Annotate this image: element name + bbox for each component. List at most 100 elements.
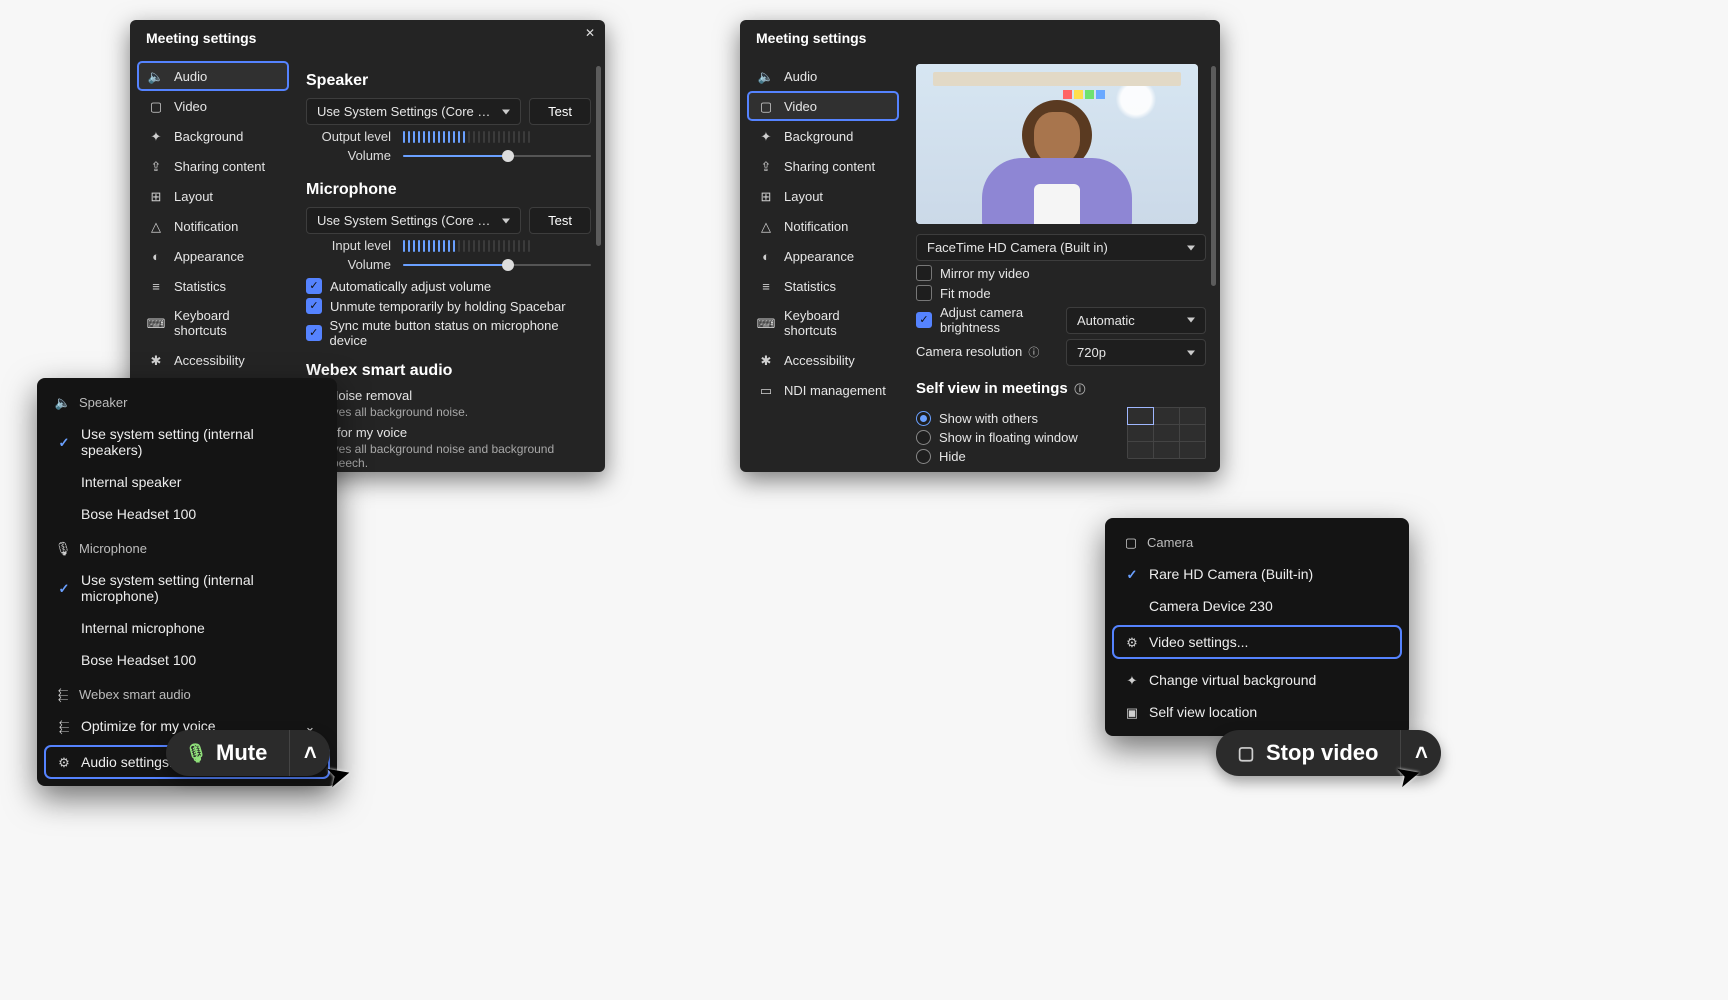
radio-desc: oves all background noise.	[326, 405, 591, 419]
sidebar-item-audio[interactable]: 🔈Audio	[748, 62, 898, 90]
camera-option-rare[interactable]: Rare HD Camera (Built-in)	[1113, 558, 1401, 590]
wand-icon: ✦	[148, 128, 164, 144]
bell-icon: △	[758, 218, 774, 234]
sidebar-item-appearance[interactable]: ◐Appearance	[138, 242, 288, 270]
camera-icon: ▢	[148, 98, 164, 114]
info-icon[interactable]: ⓘ	[1026, 345, 1042, 361]
resolution-dropdown[interactable]: 720p	[1066, 339, 1206, 366]
sidebar-item-ndi[interactable]: ▭NDI management	[748, 376, 898, 404]
sidebar-item-statistics[interactable]: ≡Statistics	[138, 272, 288, 300]
sidebar-item-label: Accessibility	[784, 353, 855, 368]
voice-icon: ⬱	[57, 718, 71, 734]
panel-title: Meeting settings	[740, 20, 1220, 56]
video-settings-panel: Meeting settings 🔈Audio ▢Video ✦Backgrou…	[740, 20, 1220, 472]
audio-device-popup[interactable]: 🔈Speaker Use system setting (internal sp…	[37, 378, 337, 786]
self-view-location-item[interactable]: ▣Self view location	[1113, 696, 1401, 728]
checkbox-label: Mirror my video	[940, 266, 1030, 281]
layout-icon: ⊞	[758, 188, 774, 204]
radio-label: Show with others	[939, 411, 1038, 426]
sidebar-item-label: Layout	[784, 189, 823, 204]
show-with-others-radio[interactable]	[916, 411, 931, 426]
sidebar-item-appearance[interactable]: ◐Appearance	[748, 242, 898, 270]
speaker-option-bose[interactable]: Bose Headset 100	[45, 498, 329, 530]
sidebar-item-notification[interactable]: △Notification	[748, 212, 898, 240]
sidebar-item-statistics[interactable]: ≡ Statistics	[748, 272, 898, 300]
mic-option-system[interactable]: Use system setting (internal microphone)	[45, 564, 329, 612]
camera-preview	[916, 64, 1198, 224]
sidebar-item-layout[interactable]: ⊞Layout	[138, 182, 288, 210]
resolution-label: Camera resolution ⓘ	[916, 344, 1058, 362]
radio-desc: oves all background noise and background…	[326, 442, 591, 470]
close-icon[interactable]: ✕	[585, 26, 595, 40]
mic-device-dropdown[interactable]: Use System Settings (Core Processor...	[306, 207, 521, 234]
sidebar-item-video[interactable]: ▢Video	[748, 92, 898, 120]
sidebar-item-label: Statistics	[784, 279, 836, 294]
sidebar-item-layout[interactable]: ⊞ Layout	[748, 182, 898, 210]
video-settings-item[interactable]: ⚙Video settings...	[1113, 626, 1401, 658]
mic-volume-slider[interactable]	[403, 259, 591, 271]
gear-icon: ⚙	[57, 754, 71, 770]
auto-adjust-checkbox[interactable]	[306, 278, 322, 294]
video-settings-content: FaceTime HD Camera (Built in) Mirror my …	[906, 56, 1220, 472]
sync-mute-checkbox[interactable]	[306, 325, 322, 341]
speaker-volume-slider[interactable]	[403, 150, 591, 162]
hide-radio[interactable]	[916, 449, 931, 464]
scrollbar[interactable]	[596, 64, 601, 464]
speaker-device-dropdown[interactable]: Use System Settings (Core Processor...	[306, 98, 521, 125]
scrollbar[interactable]	[1211, 64, 1216, 464]
keyboard-icon: ⌨	[758, 315, 774, 331]
sidebar-item-background[interactable]: ✦Background	[748, 122, 898, 150]
sidebar-item-notification[interactable]: △Notification	[138, 212, 288, 240]
microphone-icon: 🎙	[186, 743, 206, 763]
sidebar-item-sharing[interactable]: ⇪Sharing content	[138, 152, 288, 180]
volume-label: Volume	[306, 148, 391, 163]
radio-label: Show in floating window	[939, 430, 1078, 445]
sidebar-item-kbd[interactable]: ⌨ Keyboard shortcuts	[138, 302, 288, 344]
mirror-video-checkbox[interactable]	[916, 265, 932, 281]
audio-settings-content: Speaker Use System Settings (Core Proces…	[296, 56, 605, 472]
mute-button[interactable]: 🎙Mute ˄	[166, 730, 330, 776]
checkbox-label: Unmute temporarily by holding Spacebar	[330, 299, 566, 314]
checkbox-label: Sync mute button status on microphone de…	[330, 318, 591, 348]
video-device-popup[interactable]: ▢Camera Rare HD Camera (Built-in) Camera…	[1105, 518, 1409, 736]
sidebar-item-sharing[interactable]: ⇪Sharing content	[748, 152, 898, 180]
self-view-position-picker[interactable]	[1127, 407, 1206, 459]
sidebar-item-label: Accessibility	[174, 353, 245, 368]
mic-option-bose[interactable]: Bose Headset 100	[45, 644, 329, 676]
checkbox-label: Fit mode	[940, 286, 991, 301]
info-icon[interactable]: ⓘ	[1072, 383, 1088, 399]
adjust-brightness-checkbox[interactable]	[916, 312, 932, 328]
sidebar-item-kbd[interactable]: ⌨Keyboard shortcuts	[748, 302, 898, 344]
show-floating-radio[interactable]	[916, 430, 931, 445]
unmute-spacebar-checkbox[interactable]	[306, 298, 322, 314]
share-icon: ⇪	[758, 158, 774, 174]
speaker-option-internal[interactable]: Internal speaker	[45, 466, 329, 498]
camera-device-dropdown[interactable]: FaceTime HD Camera (Built in)	[916, 234, 1206, 261]
speaker-heading: Speaker	[306, 72, 591, 90]
appearance-icon: ◐	[148, 248, 164, 264]
test-speaker-button[interactable]: Test	[529, 98, 591, 125]
sidebar-item-label: Audio	[784, 69, 817, 84]
speaker-option-system[interactable]: Use system setting (internal speakers)	[45, 418, 329, 466]
popup-section-wsa: ⬱Webex smart audio	[45, 678, 329, 710]
sidebar-item-background[interactable]: ✦Background	[138, 122, 288, 150]
sidebar-item-accessibility[interactable]: ✱Accessibility	[748, 346, 898, 374]
keyboard-icon: ⌨	[148, 315, 164, 331]
brightness-mode-dropdown[interactable]: Automatic	[1066, 307, 1206, 334]
stats-icon: ≡	[758, 278, 774, 294]
checkmark-icon	[57, 434, 71, 450]
sidebar-item-audio[interactable]: 🔈Audio	[138, 62, 288, 90]
test-mic-button[interactable]: Test	[529, 207, 591, 234]
input-level-label: Input level	[306, 238, 391, 253]
share-icon: ⇪	[148, 158, 164, 174]
sidebar-item-video[interactable]: ▢Video	[138, 92, 288, 120]
sidebar-item-label: Keyboard shortcuts	[174, 308, 278, 338]
camera-option-230[interactable]: Camera Device 230	[1113, 590, 1401, 622]
section-label: Microphone	[79, 541, 147, 556]
smart-audio-icon: ⬱	[55, 686, 71, 702]
fit-mode-checkbox[interactable]	[916, 285, 932, 301]
output-level-meter	[403, 131, 530, 143]
change-background-item[interactable]: ✦Change virtual background	[1113, 664, 1401, 696]
mic-option-internal[interactable]: Internal microphone	[45, 612, 329, 644]
sidebar-item-accessibility[interactable]: ✱Accessibility	[138, 346, 288, 374]
